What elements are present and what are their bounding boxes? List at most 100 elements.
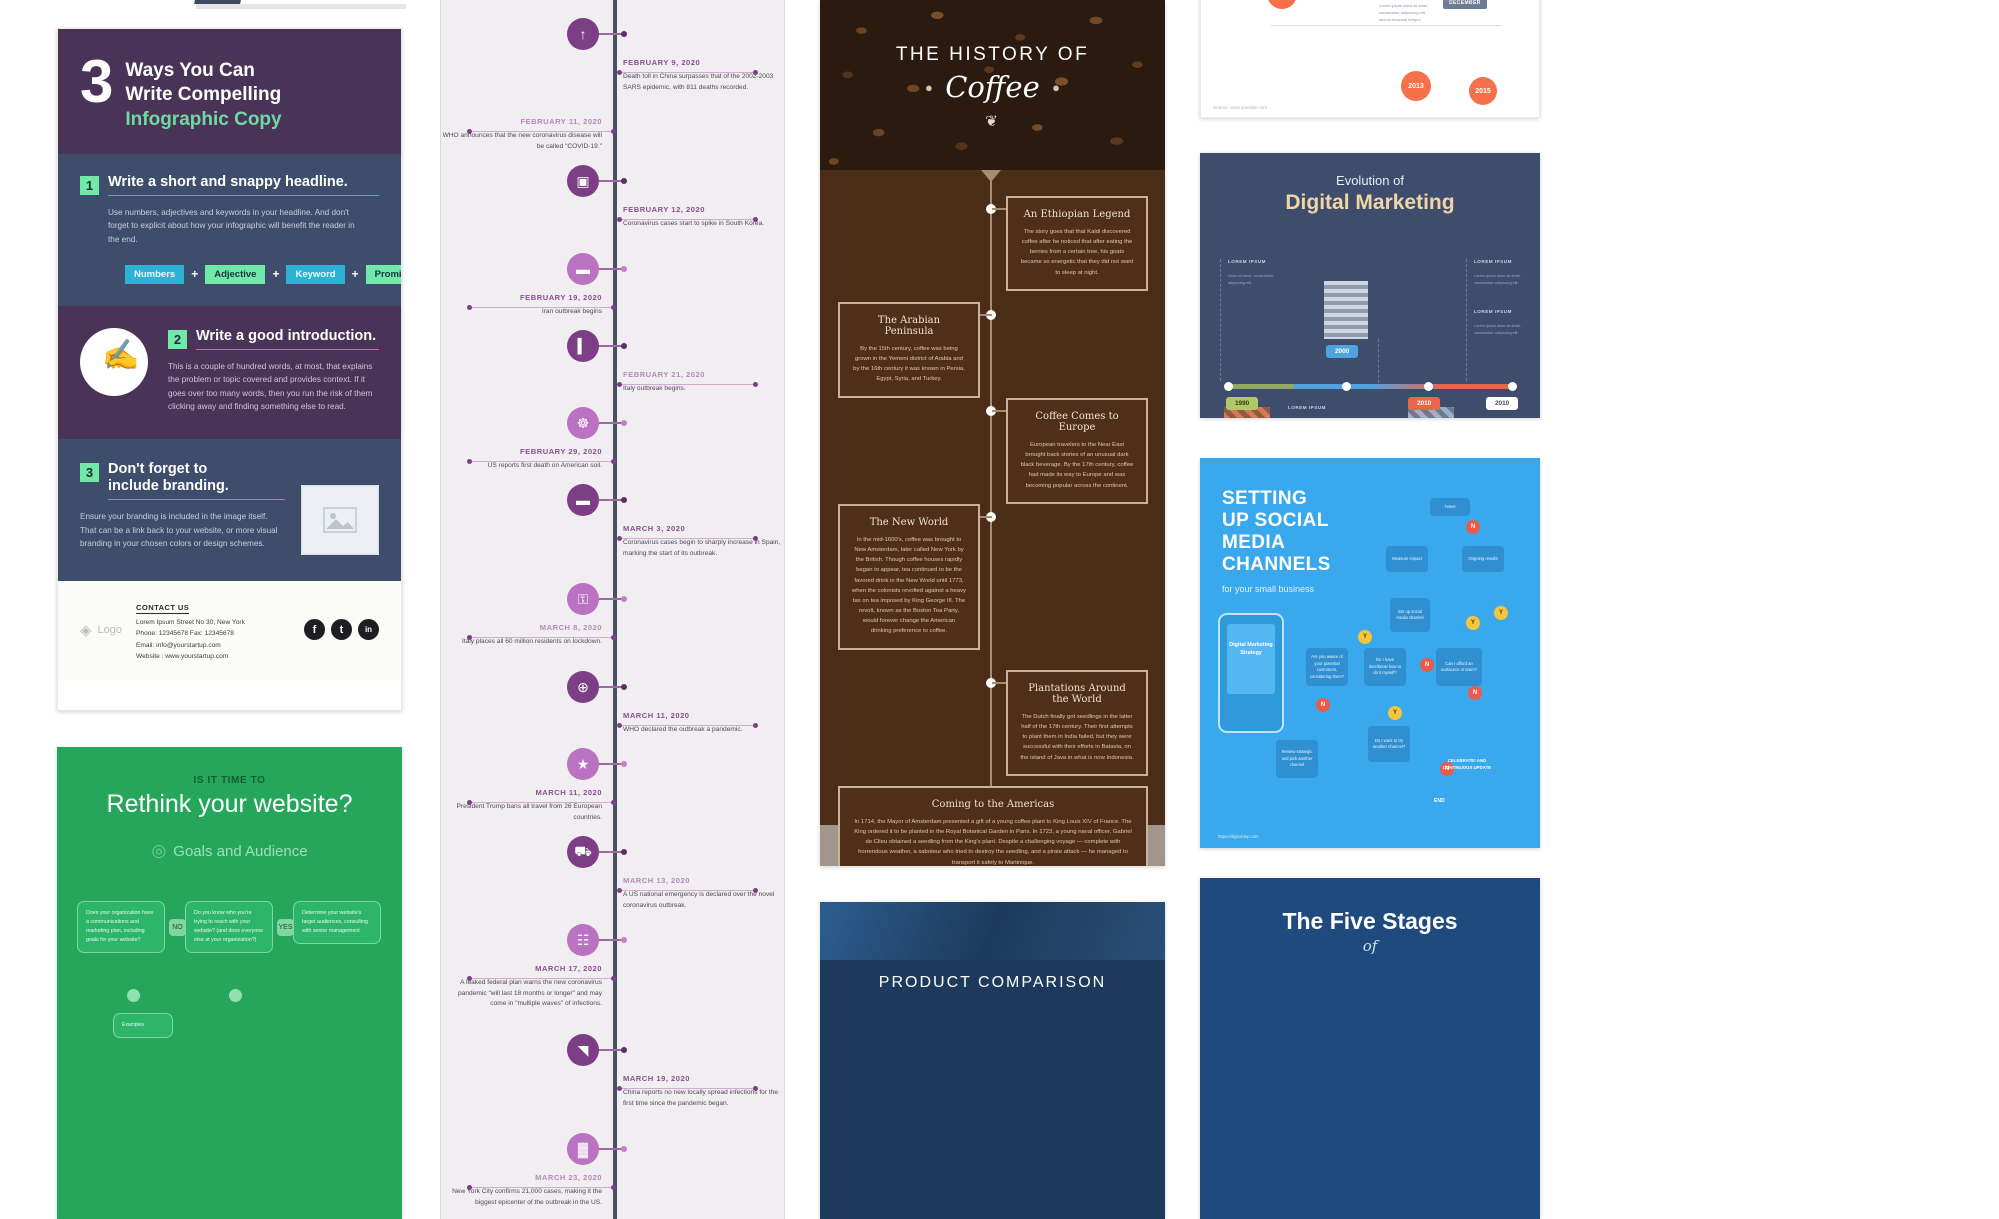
product-title: PRODUCT COMPARISON bbox=[878, 974, 1107, 991]
coffee-block-heading: An Ethiopian Legend bbox=[1023, 209, 1131, 220]
dm-paragraph-1: Dolor sit amet, consectetur adipiscing e… bbox=[1228, 274, 1274, 286]
card-five-stages[interactable]: The Five Stages of bbox=[1200, 878, 1540, 1219]
coffee-block-heading: The Arabian Peninsula bbox=[877, 315, 941, 337]
timeline-icon-dot bbox=[621, 266, 627, 272]
timeline-description: Iran outbreak begins bbox=[541, 308, 602, 315]
timeline-icon-dot bbox=[621, 684, 627, 690]
five-stages-title: The Five Stages bbox=[1282, 908, 1458, 934]
card-coffee-history[interactable]: THE HISTORY OF Coffee ● ● ❦ An Ethiopian… bbox=[820, 0, 1165, 866]
ways-section-2: ✍ 2 Write a good introduction. This is a… bbox=[58, 305, 401, 440]
timeline-dot bbox=[467, 305, 472, 310]
dm-label-2000: 2000 bbox=[1326, 345, 1359, 358]
ways-step-title-2: Write a good introduction. bbox=[196, 328, 379, 350]
timeline-connector bbox=[617, 70, 758, 75]
dm-bar bbox=[1224, 384, 1516, 389]
ways-section-1-row: 1 Write a short and snappy headline. bbox=[80, 174, 379, 197]
timeline-dot bbox=[467, 459, 472, 464]
orange-circle-2008: 2008 bbox=[1267, 0, 1297, 9]
timeline-dot bbox=[611, 305, 616, 310]
timeline-dot bbox=[611, 1185, 616, 1190]
timeline-dot bbox=[753, 217, 758, 222]
timeline-description: Italy places all 60 million residents on… bbox=[461, 638, 602, 645]
dm-dash-2 bbox=[1378, 339, 1379, 383]
timeline-icon-stub bbox=[599, 499, 623, 501]
card-product-comparison[interactable]: PRODUCT COMPARISON bbox=[820, 902, 1165, 1219]
timeline-date: FEBRUARY 12, 2020 bbox=[623, 205, 705, 214]
dm-knob-4 bbox=[1508, 382, 1517, 391]
dm-label-2010b: 2010 bbox=[1486, 397, 1519, 410]
card-covid-timeline[interactable]: ↑ FEBRUARY 9, 2020 Death toll in China sur… bbox=[440, 0, 785, 1219]
timeline-event: MARCH 11, 2020 President Trump bans all t… bbox=[441, 788, 784, 823]
card-digital-marketing-evolution[interactable]: Evolution of Digital Marketing 2000 1990… bbox=[1200, 153, 1540, 418]
timeline-date: MARCH 13, 2020 bbox=[623, 876, 690, 885]
card-rethink-website[interactable]: IS IT TIME TO Rethink your website? ◎ Go… bbox=[57, 747, 402, 1219]
social-node-aware: Are you aware of your potential customer… bbox=[1306, 648, 1348, 686]
coffee-ornament: ❦ bbox=[985, 113, 1000, 130]
ways-footer-contact: ◈ Logo CONTACT US Lorem Ipsum Street No … bbox=[58, 581, 401, 681]
timeline-icon-arrow-up: ↑ bbox=[567, 18, 627, 50]
coffee-block: Plantations Around the World The Dutch fi… bbox=[1006, 670, 1148, 776]
timeline-connector bbox=[467, 129, 616, 134]
dm-dash-1 bbox=[1220, 259, 1221, 381]
timeline-dot bbox=[617, 1086, 622, 1091]
timeline-icon-stub bbox=[599, 268, 623, 270]
timeline-date: FEBRUARY 19, 2020 bbox=[520, 293, 602, 302]
timeline-icon-flag-es: ▬ bbox=[567, 484, 627, 516]
orange-source: Source: www.yoursite.com bbox=[1213, 105, 1268, 110]
dm-thumb-2000 bbox=[1324, 281, 1368, 339]
coffee-block: The New World In the mid-1600's, coffee w… bbox=[838, 504, 980, 650]
timeline-connector bbox=[617, 888, 758, 893]
timeline-dot bbox=[611, 459, 616, 464]
social-title-l4: CHANNELS bbox=[1222, 554, 1331, 576]
social-url: https://digitalmkp.com bbox=[1218, 834, 1259, 839]
linkedin-icon[interactable]: in bbox=[358, 619, 379, 641]
ways-step-number-2: 2 bbox=[168, 329, 187, 349]
card-social-media-setup[interactable]: SETTING UP SOCIAL MEDIA CHANNELS for you… bbox=[1200, 458, 1540, 848]
phone-illustration: Digital Marketing Strategy bbox=[1218, 613, 1284, 733]
rethink-box-3: Determine your website's target audience… bbox=[293, 901, 381, 944]
coffee-block: An Ethiopian Legend The story goes that t… bbox=[1006, 196, 1148, 291]
timeline-connector bbox=[617, 217, 758, 222]
timeline-icon-dot bbox=[621, 849, 627, 855]
rethink-node-yes: YES bbox=[277, 919, 294, 936]
social-title-l3: MEDIA bbox=[1222, 532, 1286, 554]
card-orange-timeline[interactable]: 2008 2011 2013 2015 OCTOBER DECEMBER Lor… bbox=[1200, 0, 1540, 118]
social-decision-y2: Y bbox=[1466, 616, 1480, 630]
tag-adjective: Adjective bbox=[205, 264, 266, 284]
dm-knob-1 bbox=[1224, 382, 1233, 391]
coffee-connector bbox=[980, 516, 992, 518]
target-icon: ◎ bbox=[151, 841, 167, 860]
timeline-date: FEBRUARY 11, 2020 bbox=[520, 117, 602, 126]
timeline-icon-dot bbox=[621, 343, 627, 349]
timeline-description: New York City confirms 21,000 cases, mak… bbox=[452, 1188, 602, 1206]
timeline-description: A US national emergency is declared over… bbox=[623, 891, 775, 909]
timeline-icon-car: ⛟ bbox=[567, 836, 627, 868]
timeline-dot bbox=[617, 70, 622, 75]
timeline-icon-flag-kr: ▣ bbox=[567, 165, 627, 197]
social-decision-y4: Y bbox=[1388, 706, 1402, 720]
dm-timeline: 2000 1990 2010 2010 LOREM IPSUM Dolor si… bbox=[1200, 229, 1540, 418]
dm-label-1990: 1990 bbox=[1226, 397, 1259, 410]
facebook-icon[interactable]: f bbox=[304, 619, 325, 641]
social-decision-y1: Y bbox=[1494, 606, 1508, 620]
timeline-connector bbox=[617, 536, 758, 541]
dm-paragraph-2: Lorem ipsum dolor sit amet, consectetur … bbox=[1474, 274, 1521, 286]
social-subtitle: for your small business bbox=[1222, 584, 1315, 595]
timeline-dot bbox=[611, 129, 616, 134]
social-title-l2: UP SOCIAL bbox=[1222, 510, 1329, 532]
ways-step-number-1: 1 bbox=[80, 175, 99, 195]
coffee-block-heading: Plantations Around the World bbox=[1028, 683, 1126, 705]
twitter-icon[interactable]: t bbox=[331, 619, 352, 641]
card-partial-artwork[interactable] bbox=[190, 0, 422, 24]
card-three-ways-infographic[interactable]: 3 Ways You Can Write Compelling Infograp… bbox=[57, 28, 402, 711]
timeline-date: MARCH 23, 2020 bbox=[535, 1173, 602, 1182]
timeline-dot bbox=[617, 217, 622, 222]
timeline-icon-stub bbox=[599, 1148, 623, 1150]
dm-heading-3: LOREM IPSUM bbox=[1474, 309, 1512, 314]
timeline-event: MARCH 13, 2020 A US national emergency is… bbox=[441, 876, 784, 911]
timeline-dot bbox=[611, 800, 616, 805]
rethink-box-1: Does your organization have a communicat… bbox=[77, 901, 165, 953]
tag-plus-1: + bbox=[191, 267, 199, 282]
ways-step-title-3-l2: include branding. bbox=[108, 478, 229, 495]
coffee-block-heading: Coffee Comes to Europe bbox=[1035, 411, 1119, 433]
